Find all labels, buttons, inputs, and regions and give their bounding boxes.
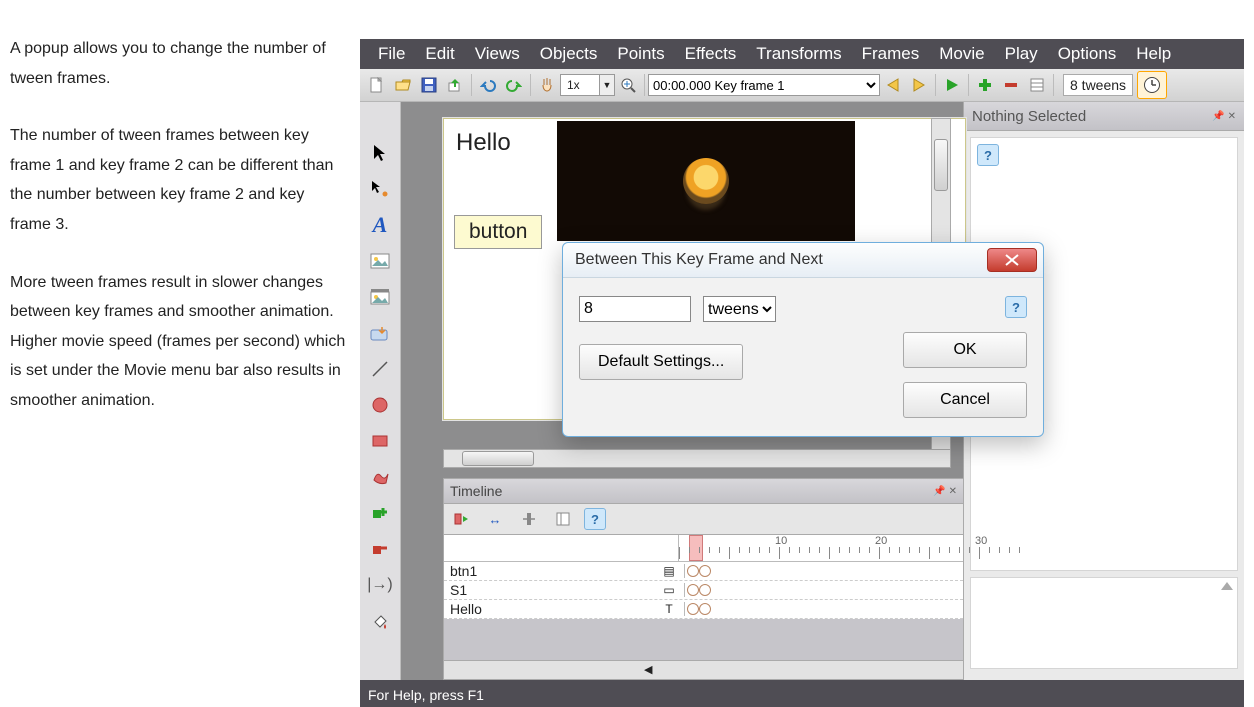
canvas-hscroll[interactable] [443,449,951,468]
prev-frame-icon[interactable] [881,73,905,97]
timeline-title: Timeline [450,483,502,499]
image-tool-icon[interactable] [367,250,393,272]
canvas-text-hello[interactable]: Hello [456,129,511,157]
menu-transforms[interactable]: Transforms [746,42,851,66]
pan-icon[interactable] [535,73,559,97]
button-tool-icon[interactable] [367,322,393,344]
zoom-in-icon[interactable] [616,73,640,97]
toolbar: 1x ▼ 00:00.000 Key frame 1 8 tweens [360,69,1244,102]
timeline-panel: Timeline 📌 ✕ ↔ ? 10 [443,478,963,680]
ruler-30: 30 [975,535,987,547]
node-tool-icon[interactable] [367,178,393,200]
export-icon[interactable] [443,73,467,97]
canvas-button[interactable]: button [454,215,542,249]
help-p2: The number of tween frames between key f… [10,121,348,239]
tl-tool1-icon[interactable] [449,507,473,531]
menu-options[interactable]: Options [1048,42,1127,66]
ruler-10: 10 [775,535,787,547]
menu-help[interactable]: Help [1126,42,1181,66]
menu-frames[interactable]: Frames [852,42,930,66]
help-p3: More tween frames result in slower chang… [10,268,348,416]
text-tool-icon[interactable]: A [367,214,393,236]
menu-effects[interactable]: Effects [675,42,747,66]
status-bar: For Help, press F1 [360,683,1244,707]
table-row[interactable]: Hello T [444,600,963,619]
fill-tool-icon[interactable] [367,610,393,632]
tool-strip: A |→) [360,102,401,680]
remove-point-icon[interactable] [367,538,393,560]
ellipse-tool-icon[interactable] [367,394,393,416]
status-text: For Help, press F1 [368,687,484,703]
select-tool-icon[interactable] [367,142,393,164]
timeline-pin-icon[interactable]: 📌 ✕ [933,486,957,497]
ruler-20: 20 [875,535,887,547]
tweens-display: 8 tweens [1063,74,1133,96]
tl-tool4-icon[interactable] [551,507,575,531]
tween-count-input[interactable] [579,296,691,322]
ok-button[interactable]: OK [903,332,1027,368]
canvas-image[interactable] [557,121,855,241]
dialog-help-icon[interactable]: ? [1005,296,1027,318]
play-icon[interactable] [940,73,964,97]
tl-tool3-icon[interactable] [517,507,541,531]
add-icon[interactable] [973,73,997,97]
cancel-button[interactable]: Cancel [903,382,1027,418]
menu-bar: File Edit Views Objects Points Effects T… [360,39,1244,69]
tl-tool2-icon[interactable]: ↔ [483,507,507,531]
dialog-title: Between This Key Frame and Next [575,251,823,269]
save-icon[interactable] [417,73,441,97]
menu-edit[interactable]: Edit [415,42,464,66]
frames-list-icon[interactable] [1025,73,1049,97]
speed-select[interactable]: 1x [560,74,600,96]
tween-dialog: Between This Key Frame and Next tweens D… [562,242,1044,437]
timeline-hscroll[interactable]: ◀ [444,660,963,679]
next-frame-icon[interactable] [907,73,931,97]
movie-tool-icon[interactable] [367,286,393,308]
freeform-tool-icon[interactable] [367,466,393,488]
table-row[interactable]: btn1 ▤ [444,562,963,581]
menu-views[interactable]: Views [465,42,530,66]
tl-help-icon[interactable]: ? [584,508,606,530]
remove-icon[interactable] [999,73,1023,97]
menu-points[interactable]: Points [607,42,674,66]
menu-movie[interactable]: Movie [929,42,994,66]
keyframe-select[interactable]: 00:00.000 Key frame 1 [648,74,880,96]
speed-dropdown-icon[interactable]: ▼ [600,74,615,96]
undo-icon[interactable] [476,73,500,97]
add-point-icon[interactable] [367,502,393,524]
rect-tool-icon[interactable] [367,430,393,452]
extend-tool-icon[interactable]: |→) [367,574,393,596]
open-icon[interactable] [391,73,415,97]
table-row[interactable]: S1 ▭ [444,581,963,600]
properties-title: Nothing Selected [972,108,1086,125]
doc-help-text: A popup allows you to change the number … [10,34,348,444]
menu-objects[interactable]: Objects [530,42,608,66]
properties-help-icon[interactable]: ? [977,144,999,166]
menu-file[interactable]: File [368,42,415,66]
properties-lower [970,577,1238,669]
line-tool-icon[interactable] [367,358,393,380]
tween-unit-select[interactable]: tweens [703,296,776,322]
expand-up-icon[interactable] [1221,582,1233,590]
dialog-close-button[interactable] [987,248,1037,272]
properties-pin-icon[interactable]: 📌 ✕ [1212,111,1236,122]
help-p1: A popup allows you to change the number … [10,34,348,93]
menu-play[interactable]: Play [995,42,1048,66]
default-settings-button[interactable]: Default Settings... [579,344,743,380]
redo-icon[interactable] [502,73,526,97]
tween-settings-button[interactable] [1137,71,1167,99]
new-icon[interactable] [365,73,389,97]
